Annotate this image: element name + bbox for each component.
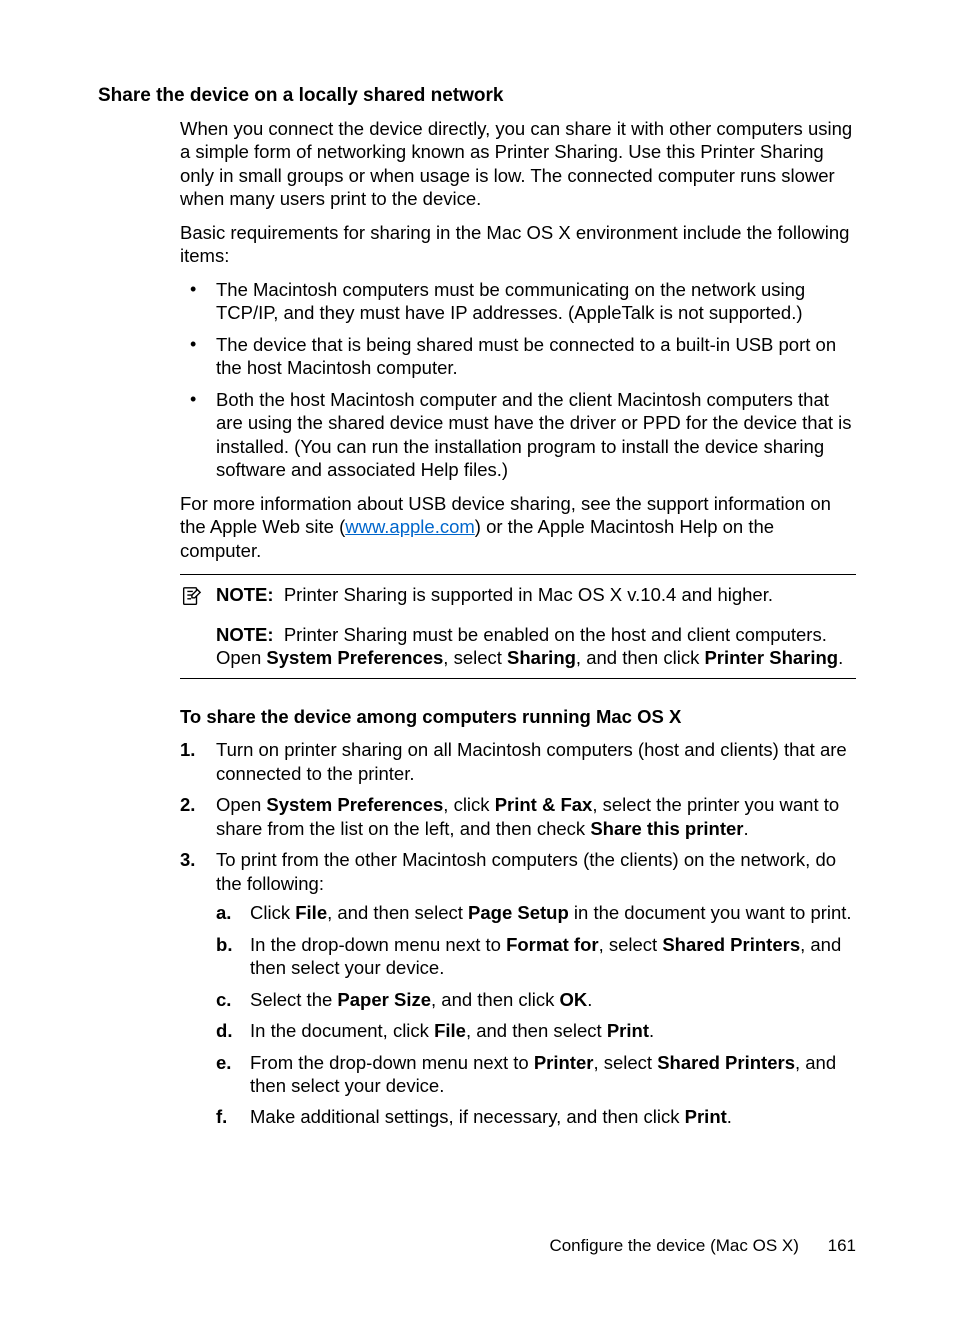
substep-marker: b. [216, 933, 232, 956]
requirements-list: The Macintosh computers must be communic… [180, 278, 856, 482]
bold-text: OK [560, 989, 588, 1010]
bold-text: Sharing [507, 647, 576, 668]
substep-marker: a. [216, 901, 231, 924]
substep-item: c.Select the Paper Size, and then click … [216, 988, 856, 1011]
text-fragment: , and then select [466, 1020, 607, 1041]
list-item: The device that is being shared must be … [180, 333, 856, 380]
apple-website-link[interactable]: www.apple.com [345, 516, 475, 537]
text-fragment: , select [593, 1052, 657, 1073]
substep-marker: d. [216, 1019, 232, 1042]
list-item: Both the host Macintosh computer and the… [180, 388, 856, 482]
bold-text: Print & Fax [495, 794, 593, 815]
bold-text: Paper Size [337, 989, 431, 1010]
substep-item: d. In the document, click File, and then … [216, 1019, 856, 1042]
text-fragment: From the drop-down menu next to [250, 1052, 534, 1073]
substep-item: f. Make additional settings, if necessary… [216, 1105, 856, 1128]
text-fragment: , and then click [431, 989, 560, 1010]
text-fragment: , select [443, 647, 507, 668]
note-body: Printer Sharing is supported in Mac OS X… [284, 584, 773, 605]
text-fragment: . [838, 647, 843, 668]
substep-item: a. Click File, and then select Page Setup… [216, 901, 856, 924]
text-fragment: . [727, 1106, 732, 1127]
step-text: Turn on printer sharing on all Macintosh… [216, 739, 847, 783]
document-page: Share the device on a locally shared net… [0, 0, 954, 1321]
note-icon [180, 583, 216, 612]
text-fragment: In the document, click [250, 1020, 434, 1041]
bold-text: System Preferences [266, 794, 443, 815]
bold-text: System Preferences [266, 647, 443, 668]
page-footer: Configure the device (Mac OS X) 161 [549, 1236, 856, 1256]
step-item: Turn on printer sharing on all Macintosh… [180, 738, 856, 785]
bold-text: Shared Printers [657, 1052, 795, 1073]
text-fragment: , and then select [327, 902, 468, 923]
bold-text: Print [685, 1106, 727, 1127]
note-text: NOTE: Printer Sharing is supported in Ma… [216, 583, 856, 606]
bold-text: Shared Printers [662, 934, 800, 955]
text-fragment: in the document you want to print. [569, 902, 852, 923]
note-row: NOTE: Printer Sharing is supported in Ma… [180, 583, 856, 612]
step-item: Open System Preferences, click Print & F… [180, 793, 856, 840]
intro-paragraph-1: When you connect the device directly, yo… [180, 117, 856, 211]
substep-marker: e. [216, 1051, 231, 1074]
text-fragment: Click [250, 902, 295, 923]
section-heading: Share the device on a locally shared net… [98, 85, 856, 107]
bold-text: File [434, 1020, 466, 1041]
text-fragment: , and then click [576, 647, 705, 668]
step-item: To print from the other Macintosh comput… [180, 848, 856, 1129]
body-content: When you connect the device directly, yo… [180, 117, 856, 1129]
list-item: The Macintosh computers must be communic… [180, 278, 856, 325]
text-fragment: Select the [250, 989, 337, 1010]
text-fragment: . [587, 989, 592, 1010]
more-info-paragraph: For more information about USB device sh… [180, 492, 856, 562]
bold-text: Printer Sharing [704, 647, 838, 668]
text-fragment: . [649, 1020, 654, 1041]
step-text: To print from the other Macintosh comput… [216, 849, 836, 893]
bold-text: Share this printer [590, 818, 743, 839]
footer-section-title: Configure the device (Mac OS X) [549, 1236, 798, 1255]
text-fragment: Open [216, 794, 266, 815]
substep-item: e. From the drop-down menu next to Printe… [216, 1051, 856, 1098]
note-callout: NOTE: Printer Sharing is supported in Ma… [180, 574, 856, 678]
text-fragment: . [744, 818, 749, 839]
substep-marker: c. [216, 988, 231, 1011]
text-fragment: Make additional settings, if necessary, … [250, 1106, 685, 1127]
bold-text: Print [607, 1020, 649, 1041]
bold-text: Printer [534, 1052, 594, 1073]
page-number: 161 [828, 1236, 856, 1255]
text-fragment: In the drop-down menu next to [250, 934, 506, 955]
substep-list: a.Click File, and then select Page Setup… [216, 901, 856, 1129]
substep-marker: f. [216, 1105, 227, 1128]
procedure-heading: To share the device among computers runn… [180, 705, 856, 728]
text-fragment: , select [599, 934, 663, 955]
text-fragment: , click [443, 794, 494, 815]
bold-text: Page Setup [468, 902, 569, 923]
note-text: NOTE: Printer Sharing must be enabled on… [216, 623, 856, 670]
note-label: NOTE: [216, 624, 274, 645]
substep-item: b. In the drop-down menu next to Format f… [216, 933, 856, 980]
procedure-list: Turn on printer sharing on all Macintosh… [180, 738, 856, 1129]
note-row: NOTE: Printer Sharing must be enabled on… [180, 623, 856, 670]
bold-text: File [295, 902, 327, 923]
intro-paragraph-2: Basic requirements for sharing in the Ma… [180, 221, 856, 268]
note-label: NOTE: [216, 584, 274, 605]
bold-text: Format for [506, 934, 599, 955]
